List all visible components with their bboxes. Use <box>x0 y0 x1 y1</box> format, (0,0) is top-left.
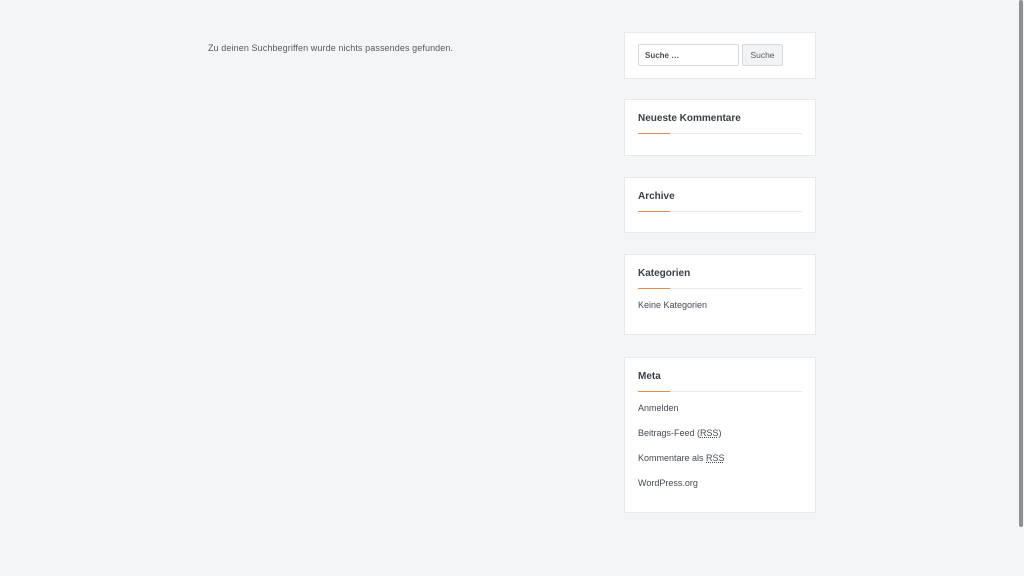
search-widget: Suche <box>624 32 816 79</box>
rss-abbr: RSS <box>700 428 719 438</box>
widget-title-meta: Meta <box>638 371 661 382</box>
comments-feed-prefix: Kommentare als <box>638 453 707 463</box>
meta-link-comments-feed[interactable]: Kommentare als RSS <box>638 453 725 463</box>
no-results-message: Zu deinen Suchbegriffen wurde nichts pas… <box>208 43 454 53</box>
title-accent-line <box>638 391 670 392</box>
meta-widget: Meta Anmelden Beitrags-Feed (RSS) Kommen… <box>624 357 816 513</box>
title-divider <box>638 288 802 289</box>
widget-title-categories: Kategorien <box>638 268 691 279</box>
search-input[interactable] <box>638 44 739 66</box>
title-divider <box>638 391 802 392</box>
widget-title-recent-comments: Neueste Kommentare <box>638 113 741 124</box>
meta-link-entries-feed[interactable]: Beitrags-Feed (RSS) <box>638 428 722 438</box>
categories-widget: Kategorien Keine Kategorien <box>624 254 816 335</box>
categories-empty-item: Keine Kategorien <box>638 300 708 310</box>
title-divider <box>638 133 802 134</box>
title-accent-line <box>638 133 670 134</box>
recent-comments-widget: Neueste Kommentare <box>624 99 816 156</box>
archive-widget: Archive <box>624 177 816 233</box>
rss-abbr: RSS <box>706 453 725 463</box>
title-accent-line <box>638 288 670 289</box>
page-scrollbar[interactable] <box>1018 0 1024 576</box>
entries-feed-suffix: ) <box>718 428 722 438</box>
title-accent-line <box>638 211 670 212</box>
search-button[interactable]: Suche <box>742 44 783 66</box>
meta-link-wordpress[interactable]: WordPress.org <box>638 478 698 488</box>
meta-link-login[interactable]: Anmelden <box>638 403 679 413</box>
entries-feed-prefix: Beitrags-Feed ( <box>638 428 701 438</box>
title-divider <box>638 211 802 212</box>
scrollbar-thumb[interactable] <box>1019 0 1023 527</box>
widget-title-archive: Archive <box>638 191 675 202</box>
